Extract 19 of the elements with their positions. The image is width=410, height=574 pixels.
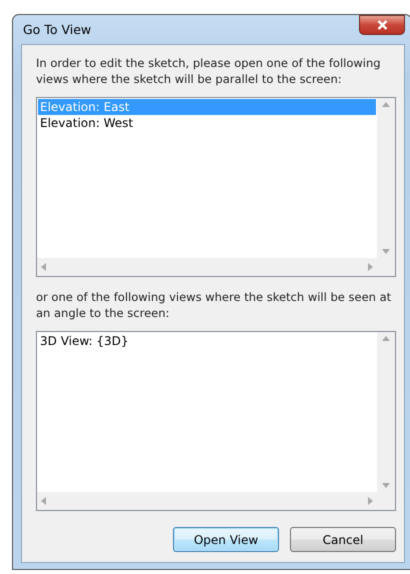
view-item[interactable]: 3D View: {3D}: [38, 333, 376, 349]
scroll-up-icon[interactable]: [382, 102, 390, 107]
close-button[interactable]: [359, 14, 405, 34]
scroll-right-icon[interactable]: [368, 263, 373, 271]
scroll-up-icon[interactable]: [382, 336, 390, 341]
dialog-button[interactable]: Cancel: [290, 527, 396, 552]
view-list[interactable]: 3D View: {3D}: [36, 331, 396, 511]
view-list[interactable]: Elevation: East Elevation: West: [36, 97, 396, 277]
scroll-left-icon[interactable]: [41, 263, 46, 271]
instruction-text: or one of the following views where the sketch will be seen at an angle to the screen:: [36, 289, 392, 321]
scroll-right-icon[interactable]: [368, 497, 373, 505]
instruction-text: In order to edit the sketch, please open one of the following views where the sketch will be parallel to the screen:: [36, 55, 382, 87]
scroll-down-icon[interactable]: [382, 249, 390, 254]
close-icon: [376, 20, 388, 30]
window-title: Go To View: [22, 22, 92, 37]
scroll-down-icon[interactable]: [382, 483, 390, 488]
dialog-button[interactable]: Open View: [173, 527, 279, 552]
view-item[interactable]: Elevation: West: [38, 115, 376, 131]
scroll-left-icon[interactable]: [41, 497, 46, 505]
